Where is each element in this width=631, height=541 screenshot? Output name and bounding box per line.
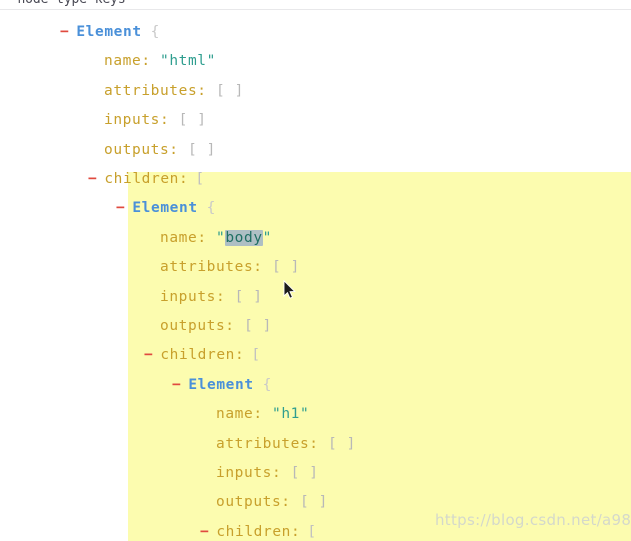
tree-line[interactable]: − Element { [116, 196, 216, 220]
collapse-toggle-icon[interactable]: − [144, 343, 160, 367]
property-key: inputs: [104, 112, 170, 129]
clipped-top-row: — node type keys [0, 0, 631, 9]
property-value: [ ] [206, 82, 244, 99]
property-key: attributes: [104, 82, 207, 99]
property-key: attributes: [160, 259, 263, 276]
tree-line[interactable]: attributes: [ ] [160, 255, 300, 279]
property-key: name: [104, 53, 151, 70]
property-key: name: [160, 229, 207, 246]
property-value: [ ] [169, 112, 207, 129]
property-key: outputs: [216, 494, 291, 511]
collapse-toggle-icon[interactable]: − [116, 196, 132, 220]
property-key: children: [104, 171, 189, 187]
collapse-toggle-icon[interactable]: − [88, 167, 104, 191]
property-key: outputs: [104, 141, 179, 158]
property-key: outputs: [160, 318, 235, 334]
tree-line[interactable]: name: "h1" [216, 402, 309, 426]
tree-line[interactable]: − children: [ [144, 343, 261, 367]
open-brace: { [150, 24, 160, 40]
property-key: inputs: [216, 465, 282, 481]
property-value: [ ] [225, 288, 263, 305]
open-brace: { [262, 376, 272, 393]
tree-line[interactable]: outputs: [ ] [160, 314, 272, 338]
node-type-label: Element [76, 24, 142, 40]
tree-line[interactable]: attributes: [ ] [104, 79, 244, 103]
node-type-label: Element [132, 200, 198, 217]
property-value: [ ] [290, 494, 328, 511]
collapse-toggle-icon[interactable]: − [60, 20, 76, 44]
property-key: children: [160, 347, 245, 364]
property-key: name: [216, 406, 263, 423]
property-value: "html" [150, 53, 216, 70]
object-tree[interactable]: − Element{name: "html" attributes: [ ] inpu… [0, 10, 631, 541]
tree-line[interactable]: inputs: [ ] [160, 285, 263, 309]
property-value: [ ] [234, 318, 272, 334]
tree-line[interactable]: outputs: [ ] [104, 138, 216, 162]
tree-line[interactable]: − children: [ [88, 167, 205, 191]
property-value: [ ] [281, 465, 319, 481]
tree-line[interactable]: − children: [ [200, 520, 317, 541]
collapse-toggle-icon[interactable]: − [200, 520, 216, 541]
open-bracket: [ [195, 171, 205, 187]
node-type-label: Element [188, 376, 254, 393]
property-value: "body" [206, 229, 272, 246]
property-key: attributes: [216, 435, 319, 452]
property-key: inputs: [160, 288, 226, 305]
property-value: "h1" [262, 406, 310, 423]
property-value: [ ] [178, 141, 216, 158]
open-brace: { [206, 200, 216, 217]
property-value: [ ] [318, 435, 356, 452]
tree-line[interactable]: outputs: [ ] [216, 490, 328, 514]
tree-line[interactable]: attributes: [ ] [216, 432, 356, 456]
clipped-top-row-label: — node type keys [2, 0, 126, 8]
tree-line[interactable]: name: "html" [104, 49, 216, 73]
tree-line[interactable]: inputs: [ ] [216, 461, 319, 485]
tree-line[interactable]: − Element { [172, 373, 272, 397]
open-bracket: [ [251, 347, 261, 364]
tree-line[interactable]: inputs: [ ] [104, 108, 207, 132]
collapse-toggle-icon[interactable]: − [172, 373, 188, 397]
property-value: [ ] [262, 259, 300, 276]
selected-text: body [225, 229, 263, 246]
property-key: children: [216, 523, 301, 540]
open-bracket: [ [307, 523, 317, 540]
tree-line[interactable]: name: "body" [160, 226, 272, 250]
tree-line[interactable]: − Element { [60, 20, 160, 44]
